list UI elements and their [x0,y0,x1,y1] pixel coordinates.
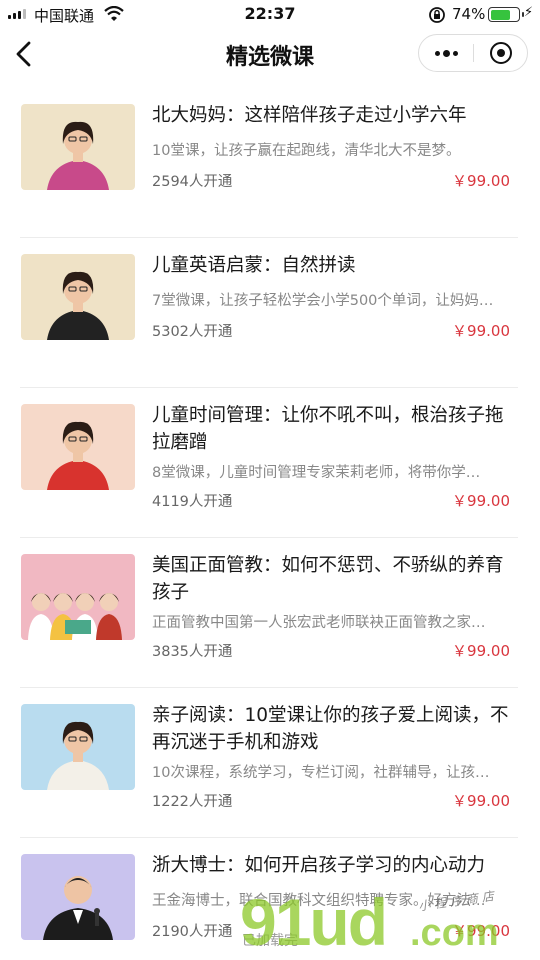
course-description: 10堂课，让孩子赢在起跑线，清华北大不是梦。 [152,143,461,159]
course-title: 儿童时间管理：让你不吼不叫，根治孩子拖拉磨蹭 [152,405,504,453]
course-info: 儿童时间管理：让你不吼不叫，根治孩子拖拉磨蹭 8堂微课，儿童时间管理专家茉莉老师，… [152,402,518,510]
course-item[interactable]: 北大妈妈：这样陪伴孩子走过小学六年 10堂课，让孩子赢在起跑线，清华北大不是梦。 2… [20,88,518,238]
course-description: 8堂微课，儿童时间管理专家茉莉老师，将带你学… [152,465,481,481]
course-meta: 4119人开通 ￥99.00 [152,490,518,510]
subscriber-count: 2594人开通 [152,174,233,190]
course-thumbnail [21,704,135,790]
mini-program-capsule [418,34,528,72]
battery-icon [488,7,524,22]
course-info: 儿童英语启蒙：自然拼读 7堂微课，让孩子轻松学会小学500个单词，让妈妈… 5302… [152,252,518,340]
course-price: ￥99.00 [452,322,510,340]
course-list: 北大妈妈：这样陪伴孩子走过小学六年 10堂课，让孩子赢在起跑线，清华北大不是梦。 2… [0,88,540,960]
course-item[interactable]: 亲子阅读：10堂课让你的孩子爱上阅读，不再沉迷于手机和游戏 10次课程，系统学习，… [20,688,518,838]
course-thumbnail [21,854,135,940]
course-thumbnail [21,254,135,340]
course-meta: 1222人开通 ￥99.00 [152,790,518,810]
course-thumbnail [21,404,135,490]
course-info: 亲子阅读：10堂课让你的孩子爱上阅读，不再沉迷于手机和游戏 10次课程，系统学习，… [152,702,518,810]
course-thumbnail [21,554,135,640]
course-meta: 3835人开通 ￥99.00 [152,640,518,660]
subscriber-count: 4119人开通 [152,494,233,510]
course-description: 正面管教中国第一人张宏武老师联袂正面管教之家… [152,615,486,631]
course-title: 美国正面管教：如何不惩罚、不骄纵的养育孩子 [152,555,504,603]
watermark-domain: .com [410,912,499,954]
course-info: 美国正面管教：如何不惩罚、不骄纵的养育孩子正面管教中国第一人张宏武老师联袂正面管… [152,552,518,660]
course-price: ￥99.00 [452,172,510,190]
course-info: 北大妈妈：这样陪伴孩子走过小学六年 10堂课，让孩子赢在起跑线，清华北大不是梦。 2… [152,102,518,190]
course-price: ￥99.00 [452,492,510,510]
orientation-lock-icon [428,6,446,28]
course-title: 亲子阅读：10堂课让你的孩子爱上阅读，不再沉迷于手机和游戏 [152,705,509,753]
status-bar: 中国联通 22:37 74% ⚡ [0,0,540,30]
course-item[interactable]: 儿童时间管理：让你不吼不叫，根治孩子拖拉磨蹭 8堂微课，儿童时间管理专家茉莉老师，… [20,388,518,538]
course-title: 北大妈妈：这样陪伴孩子走过小学六年 [152,105,467,126]
watermark-logo: 91ud .com 小程序商店 [240,885,540,960]
subscriber-count: 5302人开通 [152,324,233,340]
battery-percent: 74% [452,5,486,23]
nav-bar: 精选微课 [0,30,540,78]
course-title: 儿童英语启蒙：自然拼读 [152,255,356,276]
watermark-tagline: 小程序商店 [417,888,499,914]
course-title: 浙大博士：如何开启孩子学习的内心动力 [152,855,486,876]
subscriber-count: 3835人开通 [152,644,233,660]
more-dots-icon[interactable] [419,35,473,71]
course-thumbnail [21,104,135,190]
course-item[interactable]: 美国正面管教：如何不惩罚、不骄纵的养育孩子正面管教中国第一人张宏武老师联袂正面管… [20,538,518,688]
course-description: 7堂微课，让孩子轻松学会小学500个单词，让妈妈… [152,293,494,309]
watermark-main: 91ud [240,885,388,959]
course-meta: 5302人开通 ￥99.00 [152,320,518,340]
target-circle-icon[interactable] [474,35,528,71]
charging-icon: ⚡ [524,5,534,20]
course-meta: 2594人开通 ￥99.00 [152,170,518,190]
course-description: 10次课程，系统学习，专栏订阅，社群辅导，让孩… [152,765,490,781]
subscriber-count: 1222人开通 [152,794,233,810]
course-item[interactable]: 儿童英语启蒙：自然拼读 7堂微课，让孩子轻松学会小学500个单词，让妈妈… 5302… [20,238,518,388]
course-price: ￥99.00 [452,792,510,810]
course-price: ￥99.00 [452,642,510,660]
